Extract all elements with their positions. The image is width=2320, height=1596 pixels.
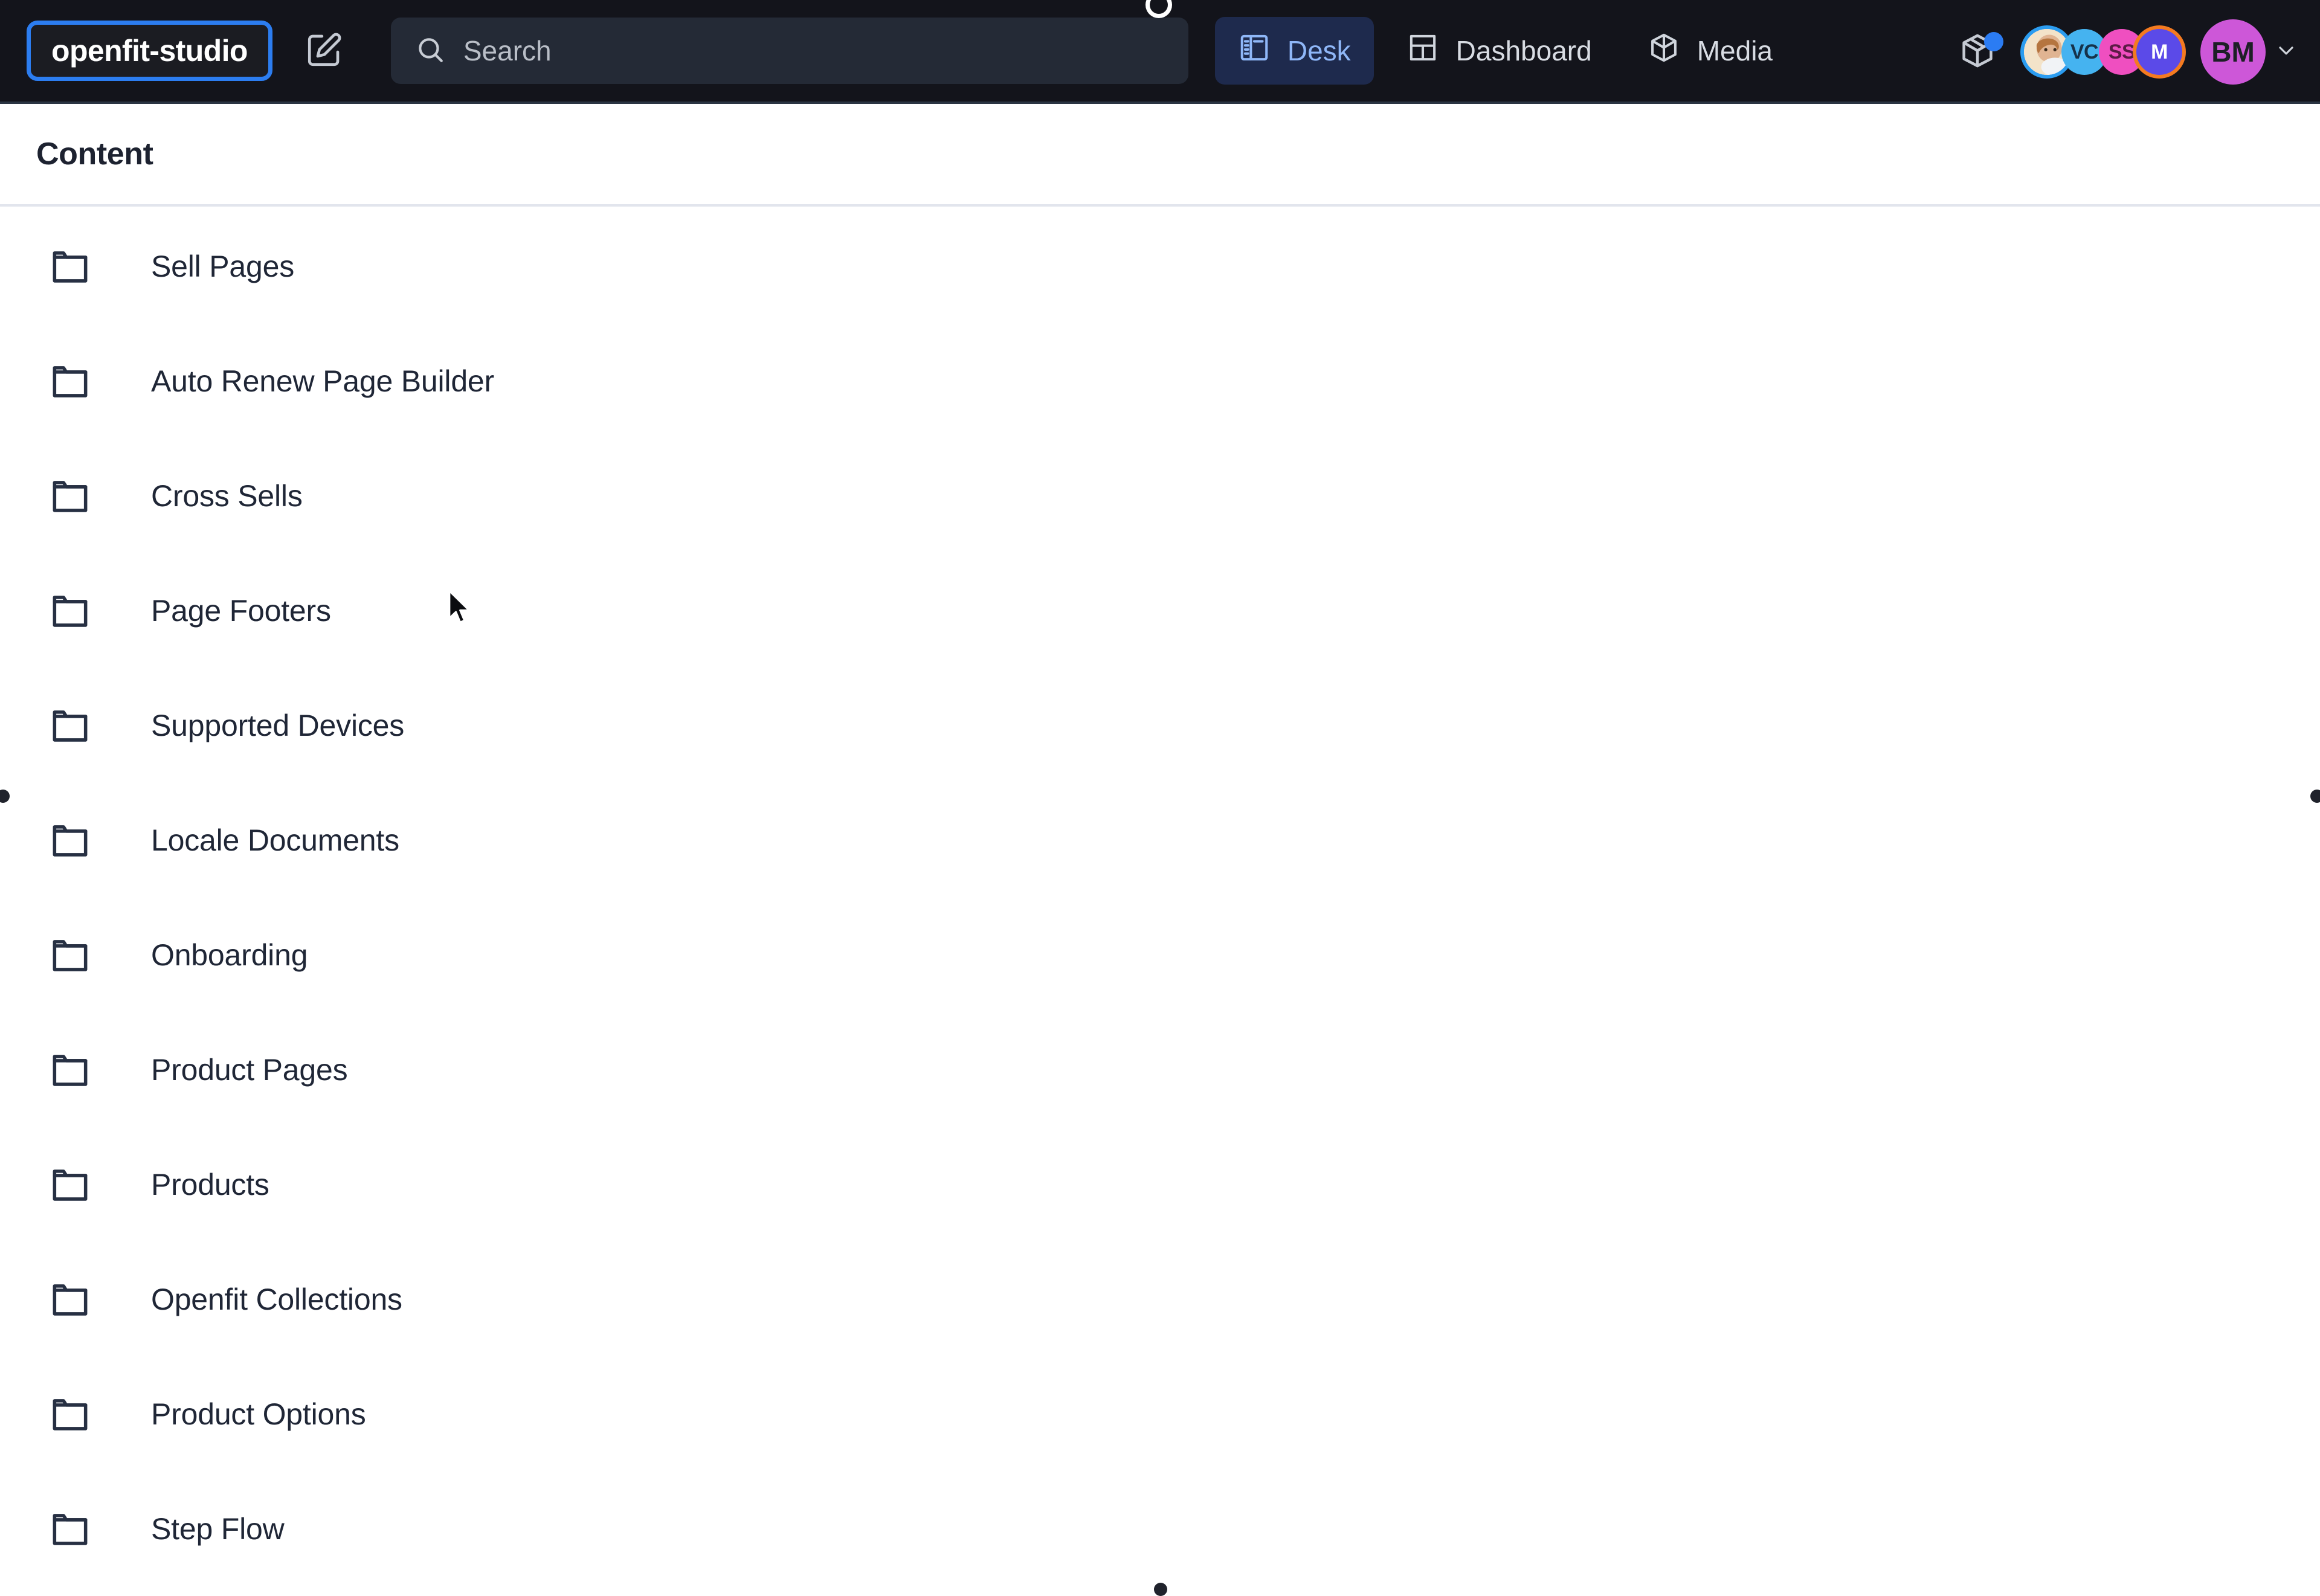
- avatar-current-user[interactable]: BM: [2200, 19, 2266, 85]
- list-item[interactable]: Cross Sells: [0, 439, 2320, 553]
- media-cube-icon: [1648, 31, 1680, 71]
- list-item-label: Product Pages: [151, 1052, 347, 1087]
- folder-icon: [47, 1391, 93, 1437]
- content-pane-header: Content: [0, 104, 2320, 207]
- list-item[interactable]: Onboarding: [0, 898, 2320, 1012]
- desk-panels-icon: [1238, 31, 1271, 71]
- resize-handle-bottom[interactable]: [1154, 1583, 1167, 1596]
- tab-dashboard-label: Dashboard: [1456, 34, 1592, 67]
- search-box[interactable]: [391, 18, 1188, 84]
- navbar-left-group: openfit-studio: [0, 17, 1796, 85]
- tab-desk-label: Desk: [1287, 34, 1351, 67]
- presence-avatar-group: VC SS M: [2024, 29, 2182, 75]
- compose-edit-icon: [304, 30, 344, 72]
- list-item-label: Products: [151, 1167, 269, 1202]
- tab-dashboard[interactable]: Dashboard: [1384, 17, 1615, 85]
- list-item-label: Locale Documents: [151, 823, 399, 858]
- tab-desk[interactable]: Desk: [1215, 17, 1374, 85]
- page-title: Content: [36, 136, 153, 172]
- folder-icon: [47, 473, 93, 519]
- avatar-initials: SS: [2109, 40, 2135, 64]
- folder-icon: [47, 1162, 93, 1208]
- tab-media[interactable]: Media: [1625, 17, 1796, 85]
- dashboard-grid-icon: [1406, 31, 1439, 71]
- avatar-initials: BM: [2211, 36, 2255, 68]
- compose-button[interactable]: [292, 18, 357, 83]
- resize-handle-right[interactable]: [2310, 790, 2320, 803]
- list-item-label: Supported Devices: [151, 708, 404, 743]
- list-item[interactable]: Openfit Collections: [0, 1242, 2320, 1357]
- navbar-tabs: Desk Dashboard: [1215, 17, 1796, 85]
- folder-icon: [47, 703, 93, 748]
- list-item[interactable]: Locale Documents: [0, 783, 2320, 898]
- folder-icon: [47, 588, 93, 634]
- list-item-label: Cross Sells: [151, 478, 303, 513]
- workspace-switcher-button[interactable]: openfit-studio: [27, 21, 272, 81]
- package-button[interactable]: [1944, 19, 2011, 85]
- tab-media-label: Media: [1697, 34, 1773, 67]
- avatar-initials: M: [2151, 40, 2168, 64]
- list-item[interactable]: Products: [0, 1127, 2320, 1242]
- list-item-label: Auto Renew Page Builder: [151, 364, 494, 399]
- navbar-right-group: VC SS M BM: [1944, 0, 2298, 104]
- chevron-down-icon: [2274, 38, 2298, 66]
- folder-icon: [47, 1506, 93, 1552]
- avatar-user-m[interactable]: M: [2136, 29, 2182, 75]
- list-item-label: Sell Pages: [151, 249, 294, 284]
- search-input[interactable]: [463, 34, 1164, 67]
- folder-icon: [47, 932, 93, 978]
- folder-icon: [47, 1276, 93, 1322]
- folder-icon: [47, 817, 93, 863]
- folder-icon: [47, 358, 93, 404]
- user-menu-button[interactable]: BM: [2200, 19, 2298, 85]
- list-item-label: Step Flow: [151, 1511, 285, 1546]
- list-item-label: Product Options: [151, 1397, 366, 1432]
- list-item[interactable]: Sell Pages: [0, 209, 2320, 324]
- list-item[interactable]: Product Pages: [0, 1012, 2320, 1127]
- workspace-name: openfit-studio: [51, 33, 248, 68]
- folder-icon: [47, 243, 93, 289]
- list-item-label: Openfit Collections: [151, 1282, 402, 1317]
- content-folder-list[interactable]: Sell Pages Auto Renew Page Builder Cross S…: [0, 209, 2320, 1592]
- list-item-label: Onboarding: [151, 938, 308, 973]
- list-item-label: Page Footers: [151, 593, 331, 628]
- list-item[interactable]: Page Footers: [0, 553, 2320, 668]
- folder-icon: [47, 1047, 93, 1093]
- search-icon: [415, 34, 445, 68]
- list-item[interactable]: Product Options: [0, 1357, 2320, 1472]
- package-notification-badge: [1984, 32, 2003, 51]
- avatar-initials: VC: [2070, 40, 2098, 64]
- list-item[interactable]: Auto Renew Page Builder: [0, 324, 2320, 439]
- list-item[interactable]: Step Flow: [0, 1472, 2320, 1586]
- list-item[interactable]: Supported Devices: [0, 668, 2320, 783]
